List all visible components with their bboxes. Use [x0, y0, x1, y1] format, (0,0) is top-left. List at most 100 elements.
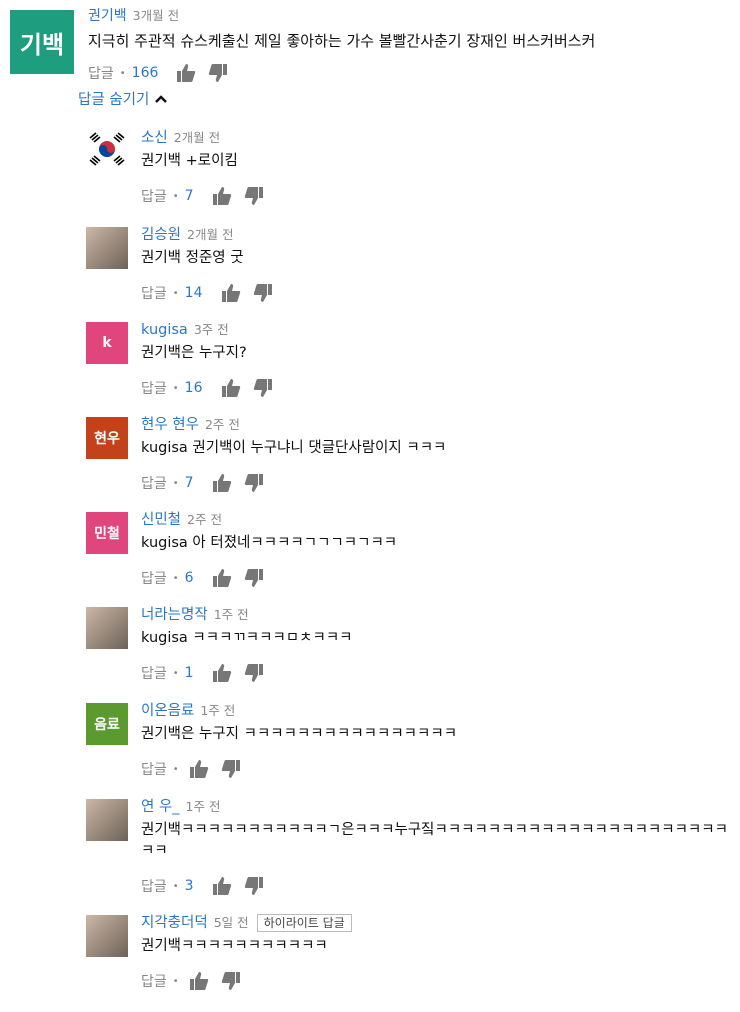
thumbs-up-icon[interactable]	[212, 568, 232, 588]
author-name[interactable]: kugisa	[141, 322, 188, 338]
comment-time[interactable]: 1주 전	[186, 799, 221, 814]
reply-body: 소신 2개월 전 권기백 +로이킴 답글 • 7	[141, 128, 740, 207]
thumbs-down-icon[interactable]	[253, 283, 273, 303]
separator-dot: •	[172, 287, 179, 299]
reply-button[interactable]: 답글	[141, 759, 167, 779]
thumbs-down-icon[interactable]	[221, 971, 241, 991]
author-line: 이온음료 1주 전	[141, 701, 740, 721]
thumbs-up-icon[interactable]	[176, 63, 196, 83]
author-name[interactable]: 너라는명작	[141, 607, 208, 623]
thumbs-up-icon[interactable]	[212, 876, 232, 896]
separator-dot: •	[172, 667, 179, 679]
avatar[interactable]: 민철	[86, 512, 128, 554]
avatar[interactable]	[86, 915, 128, 957]
comment-actions: 답글 • 166	[88, 62, 738, 84]
comment-actions: 답글 • 16	[141, 377, 740, 399]
reply-button[interactable]: 답글	[141, 663, 167, 683]
reply-button[interactable]: 답글	[88, 63, 114, 83]
reply-body: 너라는명작 1주 전 kugisa ㅋㅋㅋㄲㅋㅋㅋㅁㅊㅋㅋㅋ 답글 • 1	[141, 605, 740, 684]
thumbs-up-icon[interactable]	[212, 186, 232, 206]
author-line: 너라는명작 1주 전	[141, 605, 740, 625]
comment-time[interactable]: 1주 전	[200, 703, 235, 718]
thumbs-down-icon[interactable]	[221, 759, 241, 779]
author-line: 신민철 2주 전	[141, 510, 740, 530]
separator-dot: •	[172, 880, 179, 892]
thumbs-down-icon[interactable]	[244, 186, 264, 206]
thumbs-down-icon[interactable]	[244, 663, 264, 683]
thumbs-down-icon[interactable]	[253, 378, 273, 398]
thumbs-down-icon[interactable]	[244, 568, 264, 588]
author-name[interactable]: 지각충더덕	[141, 915, 208, 931]
separator-dot: •	[172, 572, 179, 584]
avatar-text: 현우	[94, 431, 120, 447]
author-name[interactable]: 이온음료	[141, 703, 194, 719]
comment-time[interactable]: 2개월 전	[174, 130, 220, 145]
avatar-text: 기백	[19, 30, 65, 59]
comment-text: 권기백ㅋㅋㅋㅋㅋㅋㅋㅋㅋㅋㅋ	[141, 938, 328, 954]
separator-dot: •	[172, 975, 179, 987]
comment-time[interactable]: 1주 전	[214, 607, 249, 622]
thumbs-up-icon[interactable]	[189, 971, 209, 991]
comment-text: kugisa ㅋㅋㅋㄲㅋㅋㅋㅁㅊㅋㅋㅋ	[141, 630, 353, 646]
reply-button[interactable]: 답글	[141, 971, 167, 991]
thumbs-down-icon[interactable]	[244, 876, 264, 896]
highlight-reply-badge[interactable]: 하이라이트 답글	[256, 914, 352, 932]
separator-dot: •	[172, 477, 179, 489]
avatar[interactable]: k	[86, 322, 128, 364]
reply-button[interactable]: 답글	[141, 186, 167, 206]
separator-dot: •	[172, 190, 179, 202]
author-name[interactable]: 소신	[141, 130, 168, 146]
korean-flag-icon	[86, 130, 128, 172]
author-line: 권기백 3개월 전	[88, 6, 738, 26]
avatar[interactable]	[86, 130, 128, 172]
author-line: 지각충더덕 5일 전 하이라이트 답글	[141, 913, 740, 933]
comment-actions: 답글 •	[141, 758, 740, 780]
avatar[interactable]: 현우	[86, 417, 128, 459]
author-line: 소신 2개월 전	[141, 128, 740, 148]
author-name[interactable]: 신민철	[141, 512, 181, 528]
thumbs-down-icon[interactable]	[244, 473, 264, 493]
reply-button[interactable]: 답글	[141, 473, 167, 493]
comment-text: 지극히 주관적 슈스케출신 제일 좋아하는 가수 볼빨간사춘기 장재인 버스커버…	[88, 32, 596, 50]
comment-time[interactable]: 3주 전	[194, 322, 229, 337]
reply-body: 현우 현우 2주 전 kugisa 권기백이 누구냐니 댓글단사람이지 ㅋㅋㅋ 답글 •…	[141, 415, 740, 494]
reply-button[interactable]: 답글	[141, 568, 167, 588]
thumbs-up-icon[interactable]	[212, 663, 232, 683]
separator-dot: •	[119, 67, 126, 79]
comment-time[interactable]: 3개월 전	[133, 8, 179, 23]
like-count: 1	[184, 665, 194, 681]
avatar[interactable]: 음료	[86, 703, 128, 745]
comment-time[interactable]: 2주 전	[205, 417, 240, 432]
author-name[interactable]: 김승원	[141, 227, 181, 243]
reply-button[interactable]: 답글	[141, 378, 167, 398]
author-name[interactable]: 권기백	[88, 8, 127, 24]
avatar[interactable]	[86, 607, 128, 649]
thumbs-up-icon[interactable]	[212, 473, 232, 493]
comment-actions: 답글 • 6	[141, 567, 740, 589]
comment-time[interactable]: 2개월 전	[187, 227, 233, 242]
reply-body: 신민철 2주 전 kugisa 아 터졌네ㅋㅋㅋㅋㄱㄱㄱㅋㄱㅋㅋ 답글 • 6	[141, 510, 740, 589]
thumbs-up-icon[interactable]	[221, 283, 241, 303]
thumbs-up-icon[interactable]	[221, 378, 241, 398]
author-name[interactable]: 연 우_	[141, 799, 180, 815]
like-count: 166	[131, 65, 159, 81]
comment-text: kugisa 권기백이 누구냐니 댓글단사람이지 ㅋㅋㅋ	[141, 440, 447, 456]
thumbs-up-icon[interactable]	[189, 759, 209, 779]
like-count: 6	[184, 570, 194, 586]
comment-time[interactable]: 2주 전	[187, 512, 222, 527]
comment-time[interactable]: 5일 전	[214, 915, 249, 930]
comment-actions: 답글 • 1	[141, 662, 740, 684]
author-name[interactable]: 현우 현우	[141, 417, 199, 433]
author-line: 김승원 2개월 전	[141, 225, 740, 245]
avatar-text: 음료	[94, 717, 120, 733]
avatar[interactable]	[86, 799, 128, 841]
avatar[interactable]	[86, 227, 128, 269]
reply-button[interactable]: 답글	[141, 283, 167, 303]
avatar[interactable]: 기백	[10, 10, 74, 74]
comment-actions: 답글 •	[141, 970, 740, 992]
thumbs-down-icon[interactable]	[208, 63, 228, 83]
chevron-up-icon	[155, 94, 168, 104]
hide-replies-button[interactable]: 답글 숨기기	[78, 88, 168, 109]
comment-text: 권기백은 누구지 ㅋㅋㅋㅋㅋㅋㅋㅋㅋㅋㅋㅋㅋㅋㅋㅋ	[141, 726, 458, 742]
reply-button[interactable]: 답글	[141, 876, 167, 896]
